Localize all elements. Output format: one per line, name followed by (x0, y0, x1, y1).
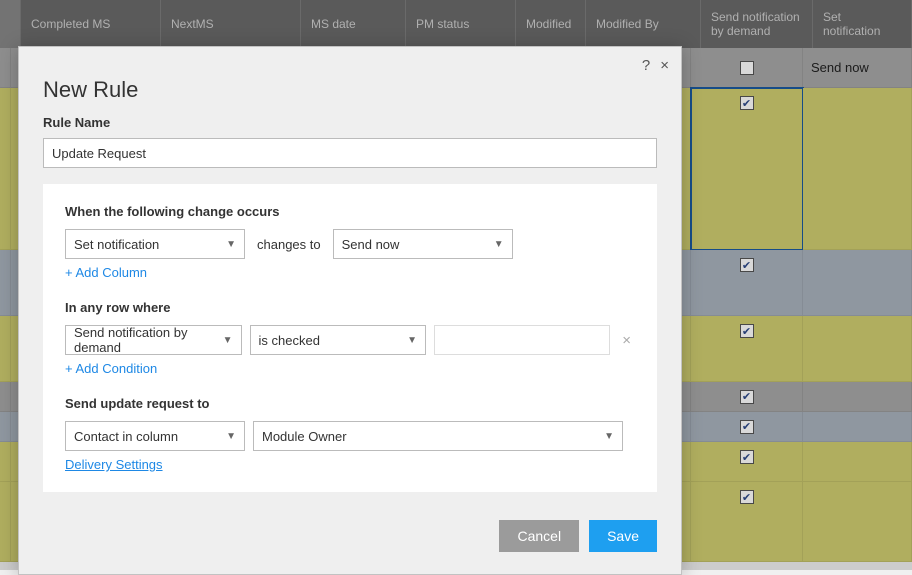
condition-column-select[interactable]: Send notification by demand ▼ (65, 325, 242, 355)
remove-condition-icon[interactable]: × (618, 332, 635, 349)
send-request-to-label: Send update request to (65, 396, 635, 411)
trigger-value-text: Send now (342, 237, 400, 252)
caret-down-icon: ▼ (494, 239, 504, 250)
rule-name-input[interactable] (43, 138, 657, 168)
cancel-button[interactable]: Cancel (499, 520, 579, 552)
new-rule-dialog: ? × New Rule Rule Name When the followin… (18, 46, 682, 575)
caret-down-icon: ▼ (226, 431, 236, 442)
recipient-mode-select[interactable]: Contact in column ▼ (65, 421, 245, 451)
trigger-column-value: Set notification (74, 237, 159, 252)
recipient-mode-value: Contact in column (74, 429, 178, 444)
add-column-link[interactable]: Add Column (65, 265, 147, 280)
trigger-value-select[interactable]: Send now ▼ (333, 229, 513, 259)
save-button[interactable]: Save (589, 520, 657, 552)
condition-operator-value: is checked (259, 333, 320, 348)
recipient-column-select[interactable]: Module Owner ▼ (253, 421, 623, 451)
help-icon[interactable]: ? (642, 57, 650, 74)
caret-down-icon: ▼ (223, 335, 233, 346)
condition-value-input[interactable] (434, 325, 610, 355)
close-icon[interactable]: × (660, 57, 669, 74)
dialog-title: New Rule (43, 77, 657, 103)
caret-down-icon: ▼ (604, 431, 614, 442)
add-condition-link[interactable]: Add Condition (65, 361, 157, 376)
changes-to-text: changes to (253, 237, 325, 252)
rule-config-card: When the following change occurs Set not… (43, 184, 657, 492)
caret-down-icon: ▼ (226, 239, 236, 250)
rule-name-label: Rule Name (43, 115, 657, 130)
trigger-column-select[interactable]: Set notification ▼ (65, 229, 245, 259)
condition-column-value: Send notification by demand (74, 325, 223, 355)
when-change-label: When the following change occurs (65, 204, 635, 219)
condition-operator-select[interactable]: is checked ▼ (250, 325, 427, 355)
in-any-row-label: In any row where (65, 300, 635, 315)
delivery-settings-link[interactable]: Delivery Settings (65, 457, 163, 472)
caret-down-icon: ▼ (407, 335, 417, 346)
recipient-column-value: Module Owner (262, 429, 347, 444)
